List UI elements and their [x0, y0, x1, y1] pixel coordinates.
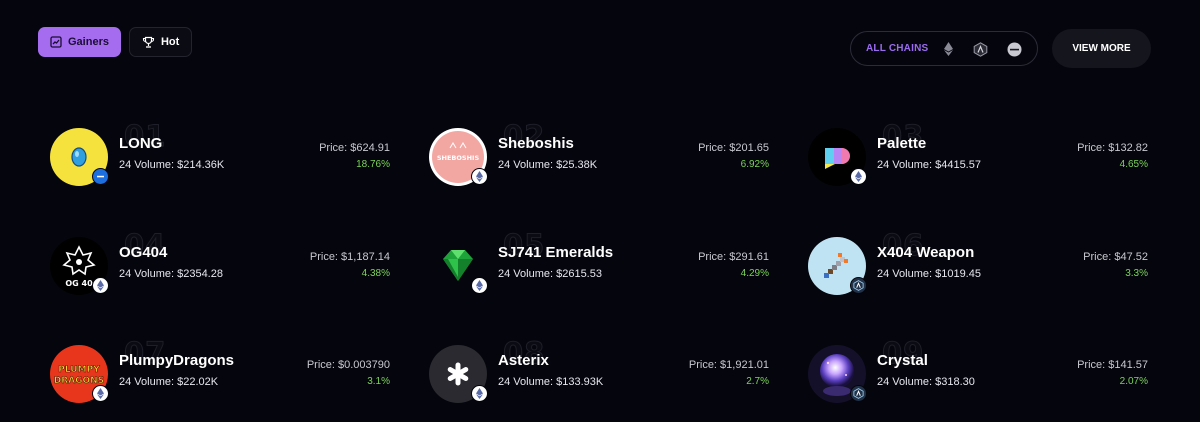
collection-name: LONG — [119, 135, 163, 152]
collection-card-crystal[interactable]: 09 Crystal 24 Volume: $318.30 Price: $14… — [808, 336, 1148, 405]
price-change: 3.1% — [367, 376, 390, 387]
floor-price: Price: $132.82 — [1077, 142, 1148, 154]
chain-filter: ALL CHAINS — [850, 31, 1038, 66]
floor-price: Price: $291.61 — [698, 251, 769, 263]
volume-24h: 24 Volume: $214.36K — [119, 159, 225, 171]
floor-price: Price: $0.003790 — [306, 359, 390, 371]
collection-name: Crystal — [877, 352, 928, 369]
ethereum-icon — [471, 385, 488, 402]
collection-card-sj741-emeralds[interactable]: 05 SJ741 Emeralds 24 Volume: $2615.53 Pr… — [429, 228, 769, 297]
collection-name: Palette — [877, 135, 927, 152]
volume-24h: 24 Volume: $1019.45 — [877, 268, 981, 280]
svg-text:SHEBOSHIS: SHEBOSHIS — [437, 154, 480, 162]
price-change: 4.65% — [1119, 159, 1148, 170]
collection-name: PlumpyDragons — [119, 352, 235, 369]
floor-price: Price: $47.52 — [1083, 251, 1148, 263]
price-change: 2.07% — [1119, 376, 1148, 387]
volume-24h: 24 Volume: $25.38K — [498, 159, 598, 171]
ethereum-icon — [471, 277, 488, 294]
ethereum-icon — [471, 168, 488, 185]
arbitrum-icon[interactable] — [972, 41, 988, 57]
ethereum-icon — [92, 277, 109, 294]
volume-24h: 24 Volume: $2615.53 — [498, 268, 602, 280]
floor-price: Price: $624.91 — [319, 142, 390, 154]
ethereum-icon — [850, 168, 867, 185]
price-change: 18.76% — [356, 159, 390, 170]
floor-price: Price: $1,921.01 — [688, 359, 769, 371]
ethereum-icon — [92, 385, 109, 402]
collection-card-og404[interactable]: 04 OG 40 OG404 24 Volume: $2354.28 Price… — [50, 228, 390, 297]
volume-24h: 24 Volume: $133.93K — [498, 376, 604, 388]
plumpy-text: PLUMPY — [58, 365, 100, 375]
collection-card-long[interactable]: 01 LONG 24 Volume: $214.36K Price: $624.… — [50, 119, 390, 188]
arbitrum-icon — [850, 385, 867, 402]
price-change: 4.29% — [740, 268, 769, 279]
collection-card-x404-weapon[interactable]: 06 X404 Weapon 24 Volume: $1019.45 Price… — [808, 228, 1148, 297]
collection-name: SJ741 Emeralds — [498, 244, 614, 261]
volume-24h: 24 Volume: $2354.28 — [119, 268, 223, 280]
floor-price: Price: $141.57 — [1077, 359, 1148, 371]
collection-card-palette[interactable]: 03 Palette 24 Volume: $4415.57 Price: $1… — [808, 119, 1148, 188]
tab-hot[interactable]: Hot — [128, 27, 193, 57]
filter-tabs: Gainers Hot — [38, 27, 193, 57]
price-change: 6.92% — [740, 159, 769, 170]
base-icon — [92, 168, 109, 185]
base-icon[interactable] — [1006, 41, 1022, 57]
collection-name: Sheboshis — [498, 135, 574, 152]
price-change: 2.7% — [746, 376, 769, 387]
tab-hot-label: Hot — [160, 36, 180, 48]
view-more-button[interactable]: VIEW MORE — [1052, 29, 1151, 68]
collection-card-plumpydragons[interactable]: 07 PLUMPY DRAGONS PlumpyDragons 24 Volume… — [50, 336, 390, 405]
collection-name: Asterix — [498, 352, 549, 369]
collection-card-asterix[interactable]: 08 Asterix 24 Volume: $133.93K Price: $1… — [429, 336, 769, 405]
collection-name: OG404 — [119, 244, 168, 261]
trending-chart-icon — [50, 36, 62, 48]
price-change: 3.3% — [1125, 268, 1148, 279]
tab-gainers-label: Gainers — [68, 36, 109, 48]
volume-24h: 24 Volume: $22.02K — [119, 376, 219, 388]
collection-name: X404 Weapon — [877, 244, 975, 261]
floor-price: Price: $1,187.14 — [309, 251, 390, 263]
price-change: 4.38% — [361, 268, 390, 279]
volume-24h: 24 Volume: $4415.57 — [877, 159, 981, 171]
volume-24h: 24 Volume: $318.30 — [877, 376, 975, 388]
floor-price: Price: $201.65 — [698, 142, 769, 154]
collection-card-sheboshis[interactable]: 02 SHEBOSHIS Sheboshis 24 Volume: $25.38… — [429, 119, 769, 188]
tab-gainers[interactable]: Gainers — [38, 27, 121, 57]
ethereum-icon[interactable] — [940, 41, 956, 57]
arbitrum-icon — [850, 277, 867, 294]
trophy-icon — [142, 36, 155, 49]
trending-collections-page: Gainers Hot ALL CHAINS VIEW MORE 01 LONG… — [0, 0, 1200, 422]
all-chains-button[interactable]: ALL CHAINS — [866, 43, 928, 54]
svg-text:OG 40: OG 40 — [65, 279, 93, 288]
